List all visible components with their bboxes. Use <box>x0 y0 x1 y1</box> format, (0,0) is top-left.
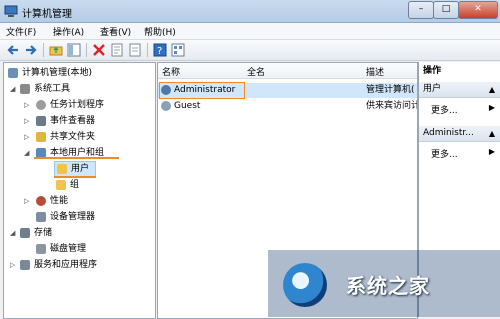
storage-icon <box>20 228 30 238</box>
row-name: Guest <box>174 101 201 111</box>
show-hide-tree-icon[interactable] <box>67 43 81 57</box>
collapse-arrow-icon[interactable]: ▲ <box>489 126 495 141</box>
collapsed-arrow-icon[interactable]: ▷ <box>24 130 32 144</box>
highlight-underline <box>34 157 119 159</box>
watermark-logo-icon <box>283 263 327 307</box>
clock-icon <box>36 100 46 110</box>
more-actions-link[interactable]: 更多... ▶ <box>419 102 500 116</box>
tools-icon <box>20 84 30 94</box>
help-icon[interactable]: ? <box>153 43 167 57</box>
close-button[interactable]: ✕ <box>458 1 498 19</box>
export-list-icon[interactable] <box>128 43 142 57</box>
window-title: 计算机管理 <box>22 9 72 20</box>
minimize-button[interactable]: – <box>408 1 434 19</box>
list-header: 名称 全名 描述 <box>158 63 417 79</box>
forward-icon[interactable] <box>24 43 38 57</box>
more-actions-link[interactable]: 更多... ▶ <box>419 146 500 160</box>
submenu-arrow-icon: ▶ <box>488 147 495 156</box>
menu-action[interactable]: 操作(A) <box>53 25 84 38</box>
performance-icon <box>36 196 46 206</box>
tree-item-users[interactable]: 用户 <box>54 161 96 177</box>
actions-title: 操作 <box>419 64 500 79</box>
submenu-arrow-icon: ▶ <box>488 103 495 112</box>
user-icon <box>161 101 171 111</box>
row-description: 供来宾访问计 <box>366 101 418 111</box>
toolbar: ? <box>0 40 500 61</box>
disk-icon <box>36 244 46 254</box>
expanded-arrow-icon[interactable]: ◢ <box>10 82 18 96</box>
collapse-arrow-icon[interactable]: ▲ <box>489 82 495 97</box>
expanded-arrow-icon[interactable]: ◢ <box>24 146 32 160</box>
column-fullname[interactable]: 全名 <box>247 65 265 78</box>
services-icon <box>20 260 30 270</box>
navigation-tree: 计算机管理(本地) ◢ 系统工具 ▷ 任务计划程序 ▷ 事件查看器 ▷ 共享文件… <box>3 62 156 319</box>
title-bar: 计算机管理 – □ ✕ <box>0 0 500 23</box>
collapsed-arrow-icon[interactable]: ▷ <box>24 98 32 112</box>
folder-icon <box>57 164 67 174</box>
column-name[interactable]: 名称 <box>162 65 180 78</box>
svg-text:?: ? <box>157 46 162 57</box>
menu-view[interactable]: 查看(V) <box>100 25 131 38</box>
view-icon[interactable] <box>171 43 185 57</box>
row-description: 管理计算机( <box>366 85 415 95</box>
menu-bar: 文件(F) 操作(A) 查看(V) 帮助(H) <box>0 23 500 40</box>
table-row[interactable]: Guest 供来宾访问计 <box>158 99 417 114</box>
computer-icon <box>8 68 18 78</box>
event-log-icon <box>36 116 46 126</box>
delete-icon[interactable] <box>92 43 106 57</box>
properties-icon[interactable] <box>110 43 124 57</box>
actions-section-users[interactable]: 用户 ▲ <box>419 82 500 98</box>
menu-file[interactable]: 文件(F) <box>6 25 36 38</box>
computer-management-icon <box>4 5 18 17</box>
shared-folder-icon <box>36 132 46 142</box>
collapsed-arrow-icon[interactable]: ▷ <box>24 194 32 208</box>
folder-icon <box>56 180 66 190</box>
up-folder-icon[interactable] <box>49 43 63 57</box>
collapsed-arrow-icon[interactable]: ▷ <box>10 258 18 272</box>
maximize-button[interactable]: □ <box>433 1 459 19</box>
device-manager-icon <box>36 212 46 222</box>
collapsed-arrow-icon[interactable]: ▷ <box>24 114 32 128</box>
menu-help[interactable]: 帮助(H) <box>144 25 176 38</box>
back-icon[interactable] <box>6 43 20 57</box>
expanded-arrow-icon[interactable]: ◢ <box>10 226 18 240</box>
actions-section-administrator[interactable]: Administr... ▲ <box>419 126 500 142</box>
column-description[interactable]: 描述 <box>366 65 384 78</box>
highlight-box <box>159 82 245 99</box>
watermark-text: 系统之家 <box>346 274 430 298</box>
